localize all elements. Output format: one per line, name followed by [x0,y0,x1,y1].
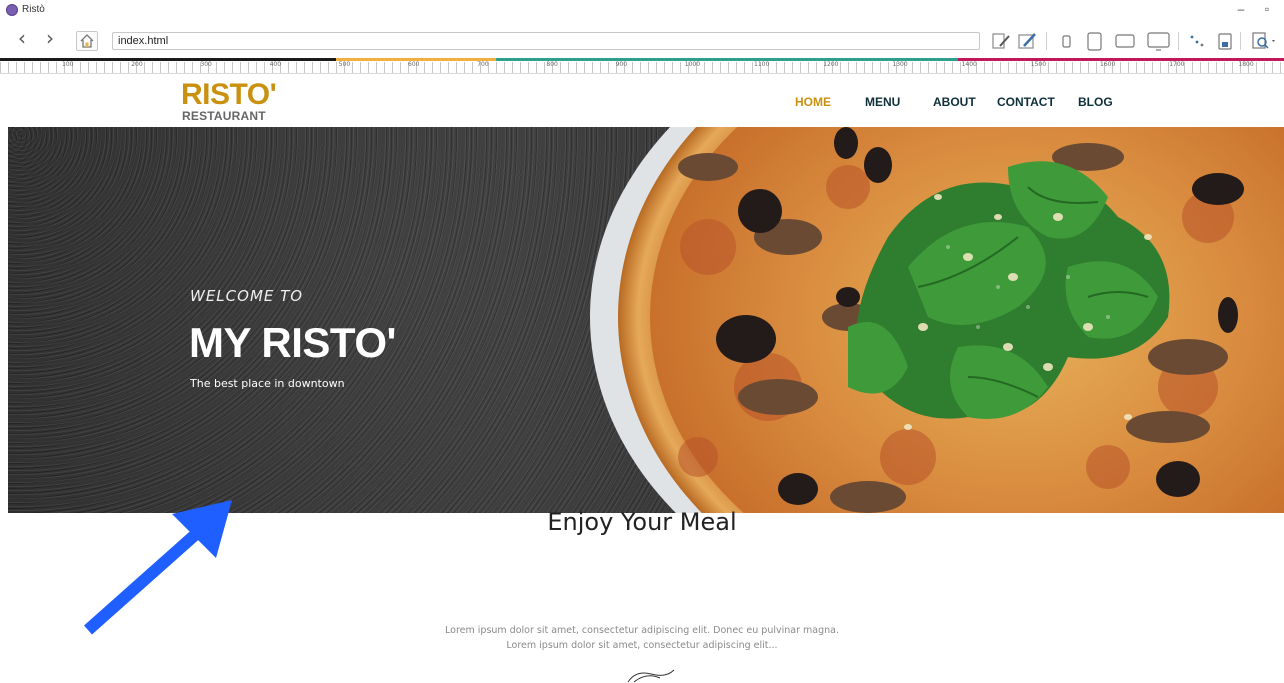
ruler-label: 1500 [1030,61,1047,68]
ruler-label: 400 [269,61,282,68]
address-bar[interactable]: index.html [112,32,980,50]
hero-title: MY RISTO' [189,319,396,366]
window-title: Ristò [22,4,45,15]
section-text-line2: Lorem ipsum dolor sit amet, consectetur … [506,640,778,651]
phone-portrait-icon[interactable] [1056,30,1078,52]
desktop-icon[interactable] [1146,30,1170,52]
ruler-label: 600 [408,61,420,68]
section-text-line1: Lorem ipsum dolor sit amet, consectetur … [445,625,839,636]
app-logo-icon [6,4,18,16]
ruler-label: 300 [200,61,212,68]
nav-about[interactable]: ABOUT [933,95,976,109]
ruler-label: 800 [546,61,558,68]
ruler-label: 1200 [823,61,839,68]
edit-page-icon[interactable] [990,30,1012,52]
logo-name[interactable]: RISTO' [181,80,277,110]
site-header: RISTO' RESTAURANT HOME MENU ABOUT CONTAC… [8,75,1284,127]
decorative-swirl-icon [627,669,675,683]
ruler-label: 200 [131,61,143,68]
maximize-icon[interactable]: ▫ [1258,2,1276,16]
section-heading: Enjoy Your Meal [547,508,737,536]
breakpoint-stripe-teal [496,58,958,61]
hero-banner: WELCOME TO MY RISTO' The best place in d… [8,127,1284,513]
nav-menu[interactable]: MENU [865,95,900,109]
ruler-label: 900 [615,61,628,68]
title-bar: Ristò – ▫ [0,0,1284,22]
ruler-label: 1600 [1100,61,1116,68]
toolbar-separator [1046,32,1047,50]
toolbar: ‹ › index.html [0,22,1284,58]
nav-contact[interactable]: CONTACT [997,95,1055,109]
ruler-label: 1800 [1238,61,1254,68]
properties-icon[interactable] [1214,30,1236,52]
ruler-ticks [0,62,1284,73]
ruler-label: 1100 [754,61,770,68]
ruler-label: 500 [338,61,351,68]
ruler-label: 700 [477,61,489,68]
ruler[interactable]: 100 200 300 400 500 600 700 800 900 1000 1100 1200 1… [0,58,1284,74]
logo-tagline: RESTAURANT [182,109,266,123]
forward-icon[interactable]: › [46,28,54,48]
tablet-landscape-icon[interactable] [1114,30,1136,52]
ruler-label: 100 [62,61,74,68]
hero-welcome-text: WELCOME TO [190,287,304,305]
ruler-label: 1000 [684,61,701,68]
minimize-icon[interactable]: – [1232,2,1250,16]
toolbar-separator [1240,32,1241,50]
nav-home[interactable]: HOME [795,95,831,109]
nav-blog[interactable]: BLOG [1078,95,1113,109]
tablet-portrait-icon[interactable] [1084,30,1106,52]
home-icon[interactable] [76,31,98,51]
preview-icon[interactable] [1250,30,1275,52]
pen-icon[interactable] [1016,30,1038,52]
breakpoint-stripe-dark [0,58,336,61]
toolbar-separator [1178,32,1179,50]
breakpoint-stripe-magenta [958,58,1284,61]
ruler-label: 1400 [961,61,977,68]
ruler-label: 1700 [1169,61,1185,68]
responsive-icon[interactable] [1186,30,1208,52]
back-icon[interactable]: ‹ [18,28,26,48]
ruler-label: 1300 [892,61,908,68]
hero-subtitle: The best place in downtown [190,377,345,390]
